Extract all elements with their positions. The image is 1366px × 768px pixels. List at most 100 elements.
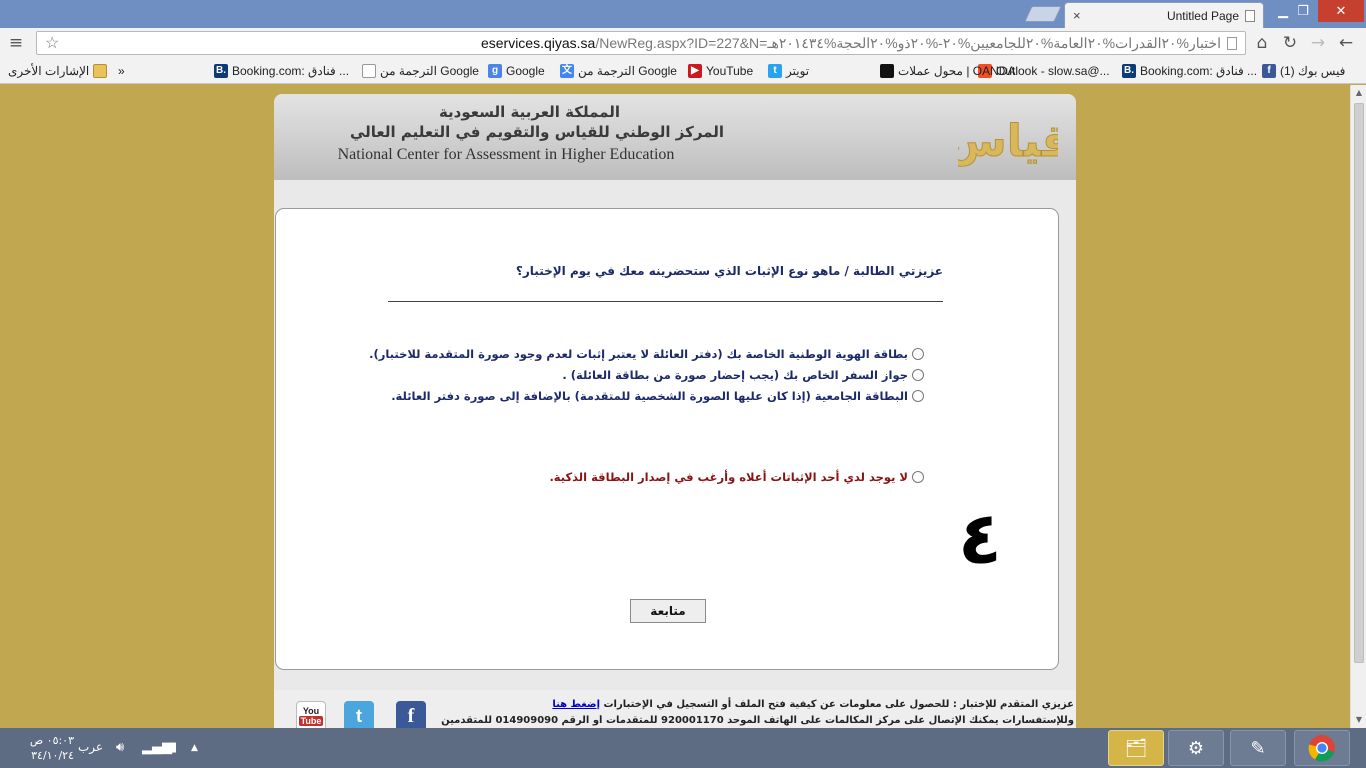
continue-button[interactable]: متابعة — [630, 599, 706, 623]
language-indicator[interactable]: عرب — [78, 740, 103, 754]
bookmark-label: الترجمة من Google — [380, 64, 479, 78]
folder-icon — [93, 64, 108, 78]
tab-title: Untitled Page — [1166, 8, 1239, 23]
volume-icon[interactable]: 🔊︎ — [116, 740, 124, 755]
youtube-icon: ▶ — [688, 64, 702, 78]
footer-info-line: عزيزي المتقدم للإختبار : للحصول على معلو… — [440, 699, 1074, 710]
radio-passport[interactable] — [912, 369, 924, 381]
google-icon: g — [488, 64, 502, 78]
browser-titlebar: × Untitled Page ▁ ❐ ✕ — [0, 0, 1366, 28]
control-panel-icon[interactable]: ⚙︎ — [1168, 730, 1224, 766]
bookmark-item[interactable]: B. Booking.com: فنادق ... — [1122, 62, 1257, 80]
option-university-card-label: البطاقة الجامعية (إذا كان عليها الصورة ا… — [391, 389, 908, 403]
window-close-icon[interactable]: ✕ — [1318, 0, 1364, 22]
bookmarks-more-button[interactable]: » — [118, 62, 125, 80]
url-text: eservices.qiyas.sa/NewReg.aspx?ID=227&N=… — [481, 35, 1221, 52]
maximize-icon[interactable]: ❐ — [1290, 0, 1316, 22]
header-country: المملكة العربية السعودية — [438, 103, 620, 121]
chrome-icon[interactable] — [1294, 730, 1350, 766]
new-tab-button[interactable] — [1024, 6, 1062, 22]
radio-smart-card[interactable] — [912, 471, 924, 483]
question-divider — [388, 301, 943, 302]
page-favicon-icon — [1245, 9, 1255, 22]
file-explorer-icon[interactable]: 🗂︎ — [1108, 730, 1164, 766]
header-center-arabic: المركز الوطني للقياس والتقويم في التعليم… — [349, 123, 724, 141]
scrollbar-thumb[interactable] — [1354, 103, 1364, 663]
twitter-icon[interactable]: t — [344, 701, 374, 728]
bookmark-item[interactable]: محول عملات | OANDA — [880, 62, 1015, 80]
bookmark-item[interactable]: ▶ YouTube — [688, 62, 753, 80]
youtube-you-text: You — [302, 705, 320, 716]
signal-icon[interactable]: ▂▄▆ — [142, 740, 172, 755]
windows-taskbar: ٠٥:٠٣ ص ٣٤/١٠/٢٤ عرب 🔊︎ ▂▄▆ ▮ ▲ 🗂︎ ⚙︎ ✎ — [0, 728, 1366, 768]
bookmark-label: الترجمة من Google — [578, 64, 677, 78]
back-icon[interactable]: ← — [1334, 31, 1358, 55]
bookmarks-bar: الإشارات الأخرى » f (1) فيس بوك B. Booking.… — [0, 58, 1366, 84]
option-smart-card-label: لا يوجد لدي أحد الإثباتات أعلاه وأرغب في… — [549, 470, 908, 484]
handwritten-number: ٤ — [958, 496, 1002, 580]
tab-close-icon[interactable]: × — [1073, 8, 1081, 23]
page-icon — [362, 64, 376, 78]
scroll-down-icon[interactable]: ▼ — [1351, 712, 1366, 728]
taskbar-clock[interactable]: ٠٥:٠٣ ص ٣٤/١٠/٢٤ — [14, 733, 74, 763]
bookmark-star-icon[interactable]: ☆ — [45, 33, 59, 53]
bookmark-label: YouTube — [706, 64, 754, 78]
bookmark-label: محول عملات | OANDA — [898, 64, 1016, 78]
home-icon[interactable]: ⌂ — [1250, 31, 1274, 55]
bookmark-label: Booking.com: فنادق ... — [1140, 64, 1258, 78]
clock-date: ٣٤/١٠/٢٤ — [31, 749, 74, 762]
footer-info-text: عزيزي المتقدم للإختبار : للحصول على معلو… — [600, 699, 1075, 710]
question-text: عزيزتي الطالبة / ماهو نوع الإثبات الذي س… — [515, 264, 943, 278]
bookmark-label: Booking.com: فنادق ... — [232, 64, 350, 78]
bookmark-label: Google — [506, 64, 545, 78]
bookmark-item[interactable]: f (1) فيس بوك — [1262, 62, 1345, 80]
logo-text: قياس — [958, 116, 1058, 167]
bookmark-item[interactable]: 文 الترجمة من Google — [560, 62, 677, 80]
forward-icon[interactable]: → — [1306, 31, 1330, 55]
bookmark-item[interactable]: الترجمة من Google — [362, 62, 479, 80]
bookmark-label: تويتر — [786, 64, 810, 78]
scroll-up-icon[interactable]: ▲ — [1351, 85, 1366, 101]
url-path: /NewReg.aspx?ID=227&N=اختبار%٢٠القدرات%٢… — [595, 34, 1221, 51]
twitter-icon: t — [768, 64, 782, 78]
booking-icon: B. — [1122, 64, 1136, 78]
option-smart-card[interactable]: لا يوجد لدي أحد الإثباتات أعلاه وأرغب في… — [549, 470, 924, 484]
page-scrollbar[interactable]: ▲ ▼ — [1350, 85, 1366, 728]
qiyas-logo: قياس — [958, 116, 1058, 168]
reload-icon[interactable]: ↻ — [1278, 31, 1302, 55]
header-center-english: National Center for Assessment in Higher… — [337, 146, 675, 163]
url-host: eservices.qiyas.sa — [480, 34, 596, 51]
browser-tab[interactable]: × Untitled Page — [1064, 2, 1264, 28]
page-icon — [1227, 36, 1237, 50]
footer-contact-line: وللإستفسارات يمكنك الإتصال على مركز المك… — [441, 715, 1074, 726]
bookmark-item[interactable]: t تويتر — [768, 62, 809, 80]
address-bar[interactable]: ☆ eservices.qiyas.sa/NewReg.aspx?ID=227&… — [36, 31, 1246, 55]
footer-click-here-link[interactable]: إضغط هنا — [552, 699, 600, 710]
menu-icon[interactable]: ≡ — [4, 31, 28, 55]
option-national-id[interactable]: بطاقة الهوية الوطنية الخاصة بك (دفتر الع… — [369, 347, 924, 361]
option-national-id-label: بطاقة الهوية الوطنية الخاصة بك (دفتر الع… — [369, 347, 908, 361]
bookmark-item[interactable]: g Google — [488, 62, 545, 80]
chrome-logo — [1308, 735, 1335, 762]
browser-toolbar: ≡ ☆ eservices.qiyas.sa/NewReg.aspx?ID=22… — [0, 28, 1366, 58]
radio-national-id[interactable] — [912, 348, 924, 360]
bookmark-label: (1) فيس بوك — [1280, 64, 1346, 78]
battery-icon[interactable]: ▮ — [170, 740, 177, 755]
translate-icon: 文 — [560, 64, 574, 78]
paint-icon[interactable]: ✎ — [1230, 730, 1286, 766]
radio-university-card[interactable] — [912, 390, 924, 402]
tray-arrow-icon[interactable]: ▲ — [191, 743, 198, 753]
clock-time: ٠٥:٠٣ ص — [29, 734, 74, 747]
option-passport[interactable]: جواز السفر الخاص بك (يجب إحضار صورة من ب… — [562, 368, 924, 382]
booking-icon: B. — [214, 64, 228, 78]
other-bookmarks-label: الإشارات الأخرى — [8, 64, 90, 78]
bookmark-item[interactable]: B. Booking.com: فنادق ... — [214, 62, 349, 80]
facebook-icon: f — [1262, 64, 1276, 78]
facebook-icon[interactable]: f — [396, 701, 426, 728]
option-passport-label: جواز السفر الخاص بك (يجب إحضار صورة من ب… — [562, 368, 908, 382]
youtube-tube-text: Tube — [298, 715, 324, 726]
option-university-card[interactable]: البطاقة الجامعية (إذا كان عليها الصورة ا… — [391, 389, 924, 403]
youtube-icon[interactable]: You Tube — [296, 701, 326, 728]
other-bookmarks[interactable]: الإشارات الأخرى — [8, 62, 108, 80]
oanda-icon — [880, 64, 894, 78]
